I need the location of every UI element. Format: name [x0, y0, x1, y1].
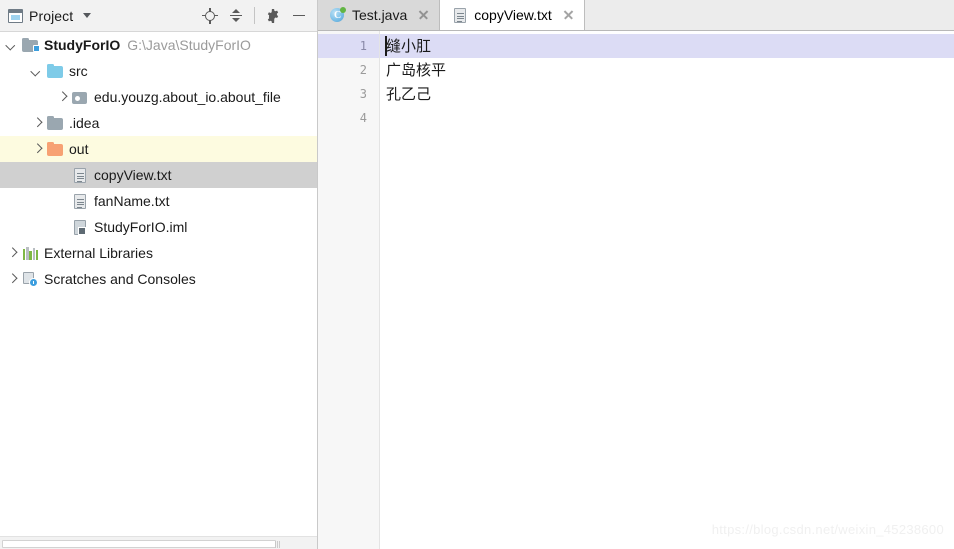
module-file-icon — [72, 219, 89, 235]
scratches-icon — [22, 271, 39, 287]
project-title-group[interactable]: Project — [8, 7, 92, 24]
editor-line[interactable]: 广岛核平 — [380, 58, 954, 82]
tree-row-out[interactable]: out — [0, 136, 317, 162]
editor-area: C Test.java copyView.txt 1234 缝小肛 广岛核平 孔乙己 h… — [318, 0, 954, 549]
hide-panel-button[interactable] — [287, 4, 311, 28]
window-icon — [8, 8, 23, 23]
editor-line[interactable]: 孔乙己 — [380, 82, 954, 106]
folder-icon — [47, 115, 64, 131]
editor-line-text: 缝小肛 — [386, 37, 432, 55]
gutter-line-number: 1 — [318, 34, 379, 58]
tree-row-src[interactable]: src — [0, 58, 317, 84]
editor-tab-label: copyView.txt — [474, 7, 552, 23]
chevron-right-icon[interactable] — [31, 144, 42, 155]
tree-row-label: StudyForIO — [44, 37, 121, 53]
editor-gutter: 1 2 3 4 — [318, 31, 380, 549]
editor-line-text: 孔乙己 — [386, 85, 432, 103]
source-folder-icon — [47, 63, 64, 79]
tree-row--idea[interactable]: .idea — [0, 110, 317, 136]
tree-row-path: G:\Java\StudyForIO — [127, 37, 251, 53]
java-class-icon: C — [330, 7, 346, 23]
chevron-right-icon[interactable] — [31, 118, 42, 129]
gear-icon — [267, 8, 279, 23]
tree-row-copyview-txt[interactable]: copyView.txt — [0, 162, 317, 188]
close-icon[interactable] — [417, 9, 430, 22]
collapse-all-icon — [228, 8, 244, 24]
close-icon[interactable] — [562, 9, 575, 22]
tree-row-label: copyView.txt — [94, 167, 172, 183]
text-caret — [385, 36, 387, 56]
editor-line[interactable]: 缝小肛 — [380, 34, 954, 58]
locate-icon — [202, 7, 218, 24]
tree-row-label: edu.youzg.about_io.about_file — [94, 89, 281, 105]
settings-button[interactable] — [261, 4, 285, 28]
tree-row-label: fanName.txt — [94, 193, 170, 209]
tree-row-studyforio[interactable]: StudyForIO G:\Java\StudyForIO — [0, 32, 317, 58]
text-file-icon — [452, 7, 468, 23]
tree-row-label: External Libraries — [44, 245, 153, 261]
editor-tabbar: C Test.java copyView.txt — [318, 0, 954, 31]
tree-row-label: .idea — [69, 115, 100, 131]
editor-line[interactable] — [380, 106, 954, 130]
tree-row-label: Scratches and Consoles — [44, 271, 196, 287]
chevron-right-icon[interactable] — [6, 274, 17, 285]
project-tree-horizontal-scrollbar[interactable] — [0, 536, 317, 549]
editor-tab-copyview-txt[interactable]: copyView.txt — [440, 0, 585, 30]
libraries-icon — [22, 245, 39, 261]
chevron-down-icon[interactable] — [83, 13, 92, 18]
text-file-icon — [72, 193, 89, 209]
tree-row-edu-youzg-about-io-about-file[interactable]: edu.youzg.about_io.about_file — [0, 84, 317, 110]
gutter-line-number: 4 — [359, 111, 367, 125]
project-toolbar: Project — [0, 0, 317, 32]
tree-row-scratches-and-consoles[interactable]: Scratches and Consoles — [0, 266, 317, 292]
minimize-icon — [293, 14, 305, 17]
editor-tab-test-java[interactable]: C Test.java — [318, 0, 441, 30]
tree-row-external-libraries[interactable]: External Libraries — [0, 240, 317, 266]
editor-line-text: 广岛核平 — [386, 61, 447, 79]
collapse-all-button[interactable] — [224, 4, 248, 28]
project-tree[interactable]: StudyForIO G:\Java\StudyForIO src edu.youzg… — [0, 32, 317, 536]
project-panel-title: Project — [29, 7, 74, 24]
editor-tab-label: Test.java — [352, 7, 408, 23]
package-icon — [72, 89, 89, 105]
gutter-line-number: 2 — [359, 63, 367, 77]
tree-row-fanname-txt[interactable]: fanName.txt — [0, 188, 317, 214]
tree-row-label: src — [69, 63, 88, 79]
project-tool-window: Project StudyForIO G:\Java\StudyForIO sr… — [0, 0, 318, 549]
chevron-right-icon[interactable] — [6, 248, 17, 259]
scrollbar-thumb[interactable] — [2, 540, 276, 548]
toolbar-divider — [254, 7, 255, 24]
module-folder-icon — [22, 37, 40, 53]
editor-text-area[interactable]: 缝小肛广岛核平孔乙己 — [380, 31, 954, 549]
excluded-folder-icon — [47, 141, 64, 157]
gutter-line-number: 3 — [359, 87, 367, 101]
project-toolbar-actions — [198, 4, 311, 28]
locate-file-button[interactable] — [198, 4, 222, 28]
tree-row-label: out — [69, 141, 89, 157]
tree-row-label: StudyForIO.iml — [94, 219, 188, 235]
chevron-down-icon[interactable] — [31, 66, 42, 77]
text-file-icon — [72, 167, 89, 183]
tree-row-studyforio-iml[interactable]: StudyForIO.iml — [0, 214, 317, 240]
chevron-down-icon[interactable] — [6, 40, 17, 51]
ide-window: Project StudyForIO G:\Java\StudyForIO sr… — [0, 0, 954, 549]
tabbar-filler — [584, 0, 954, 30]
chevron-right-icon[interactable] — [56, 92, 67, 103]
editor-body: 1 2 3 4 缝小肛广岛核平孔乙己 — [318, 31, 954, 549]
scrollbar-grip — [275, 541, 281, 548]
